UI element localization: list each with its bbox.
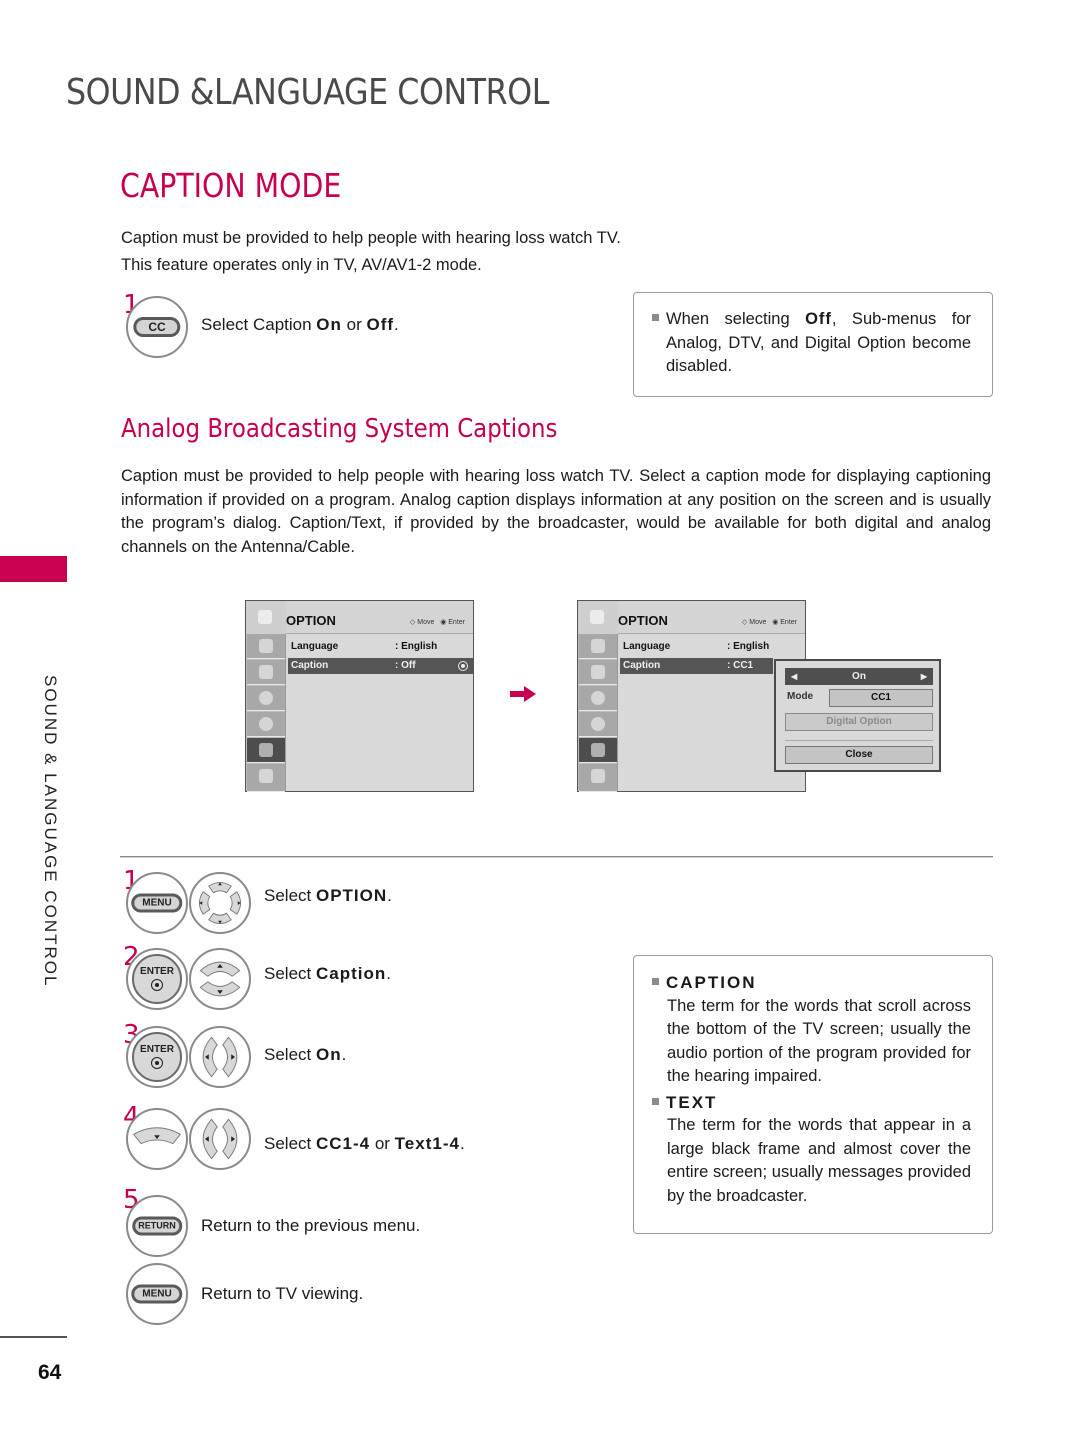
screen-icon[interactable] xyxy=(579,660,617,685)
menu-hints: ◇ Move ◉ Enter xyxy=(409,619,465,626)
enter-button-circle: ENTER xyxy=(126,1026,188,1088)
section-divider xyxy=(120,856,993,858)
intro-text: Caption must be provided to help people … xyxy=(121,225,621,279)
subsection-title: Analog Broadcasting System Captions xyxy=(121,414,558,444)
option-header-icon xyxy=(578,601,618,634)
picture-icon[interactable] xyxy=(247,634,285,659)
page-number: 64 xyxy=(38,1361,62,1384)
menu-hints: ◇ Move ◉ Enter xyxy=(741,619,797,626)
cc-button-circle: CC xyxy=(126,296,188,358)
dpad-button[interactable] xyxy=(189,872,251,934)
caption-popup: ◀ On ▶ Mode CC1 Digital Option Close xyxy=(774,659,941,772)
step-instruction: Return to TV viewing. xyxy=(201,1284,364,1303)
audio-icon[interactable] xyxy=(247,686,285,711)
section-title: CAPTION MODE xyxy=(120,166,342,205)
enter-button[interactable]: ENTER xyxy=(132,954,182,1004)
step-instruction: Select Caption On or Off. xyxy=(201,315,399,334)
divider xyxy=(785,740,933,741)
step-instruction: Select OPTION. xyxy=(264,886,392,905)
option-header-icon xyxy=(246,601,286,634)
definition-term: TEXT xyxy=(652,1091,971,1115)
tv-menu-screen-2: OPTION ◇ Move ◉ Enter Language: English … xyxy=(577,600,806,792)
note-box-off: When selecting Off, Sub-menus for Analog… xyxy=(633,292,993,397)
side-chapter-label: SOUND & LANGUAGE CONTROL xyxy=(41,675,60,988)
return-button-circle: RETURN xyxy=(126,1195,188,1257)
lock-icon[interactable] xyxy=(579,764,617,792)
menu-title: OPTION xyxy=(618,613,668,628)
caption-toggle[interactable]: ◀ On ▶ xyxy=(785,668,933,685)
analog-paragraph: Caption must be provided to help people … xyxy=(121,467,991,556)
menu-rail xyxy=(578,601,618,792)
menu-row-language[interactable]: Language: English xyxy=(620,639,805,655)
option-icon[interactable] xyxy=(247,738,285,763)
enter-button-circle: ENTER xyxy=(126,948,188,1010)
left-right-icon xyxy=(202,1036,238,1078)
definitions-box: CAPTION The term for the words that scro… xyxy=(633,955,993,1234)
screen-icon[interactable] xyxy=(247,660,285,685)
menu-title: OPTION xyxy=(286,613,336,628)
step-instruction: Select Caption. xyxy=(264,964,391,983)
bullet-icon xyxy=(652,314,659,322)
step-instruction: Return to the previous menu. xyxy=(201,1216,421,1235)
updown-button[interactable] xyxy=(189,948,251,1010)
mode-select[interactable]: CC1 xyxy=(829,689,933,707)
tv-menu-screen-1: OPTION ◇ Move ◉ Enter Language: English … xyxy=(245,600,474,792)
chapter-title: SOUND &LANGUAGE CONTROL xyxy=(66,72,549,113)
audio-icon[interactable] xyxy=(579,686,617,711)
step-instruction: Select On. xyxy=(264,1045,347,1064)
close-button[interactable]: Close xyxy=(785,746,933,764)
menu-button[interactable]: MENU xyxy=(131,1284,183,1304)
return-button[interactable]: RETURN xyxy=(132,1216,182,1236)
menu-row-caption[interactable]: Caption: CC1 xyxy=(620,658,773,674)
enter-dot-icon xyxy=(151,979,163,991)
picture-icon[interactable] xyxy=(579,634,617,659)
option-icon[interactable] xyxy=(579,738,617,763)
leftright-button[interactable] xyxy=(189,1026,251,1088)
down-arrow-icon xyxy=(132,1127,182,1145)
bullet-icon xyxy=(652,1097,659,1105)
intro-line: Caption must be provided to help people … xyxy=(121,229,621,247)
menu-rail xyxy=(246,601,286,792)
down-button[interactable] xyxy=(126,1108,188,1170)
enter-button[interactable]: ENTER xyxy=(132,1032,182,1082)
right-arrow-icon: ▶ xyxy=(920,672,927,681)
chapter-tab-marker xyxy=(0,556,67,582)
definition-text: The term for the words that scroll acros… xyxy=(667,996,971,1086)
definition-term: CAPTION xyxy=(652,971,971,995)
time-icon[interactable] xyxy=(247,712,285,737)
arrow-right-icon xyxy=(510,686,536,702)
up-down-icon xyxy=(199,961,241,997)
bullet-icon xyxy=(652,978,659,986)
time-icon[interactable] xyxy=(579,712,617,737)
menu-button[interactable]: MENU xyxy=(131,893,183,913)
digital-option-button[interactable]: Digital Option xyxy=(785,713,933,731)
footer-divider xyxy=(0,1336,67,1338)
enter-dot-icon xyxy=(151,1057,163,1069)
step-instruction: Select CC1-4 or Text1-4. xyxy=(264,1134,465,1153)
menu-button-circle: MENU xyxy=(126,872,188,934)
menu-row-language[interactable]: Language: English xyxy=(288,639,473,655)
left-arrow-icon: ◀ xyxy=(791,672,798,681)
cc-button[interactable]: CC xyxy=(133,317,181,337)
lock-icon[interactable] xyxy=(247,764,285,792)
dpad-icon xyxy=(198,881,242,925)
enter-indicator-icon xyxy=(458,661,468,671)
intro-line: This feature operates only in TV, AV/AV1… xyxy=(121,256,482,274)
definition-text: The term for the words that appear in a … xyxy=(667,1116,971,1205)
menu-row-caption[interactable]: Caption: Off xyxy=(288,658,473,674)
menu-button-circle: MENU xyxy=(126,1263,188,1325)
leftright-button[interactable] xyxy=(189,1108,251,1170)
left-right-icon xyxy=(202,1118,238,1160)
mode-label: Mode xyxy=(787,691,814,702)
